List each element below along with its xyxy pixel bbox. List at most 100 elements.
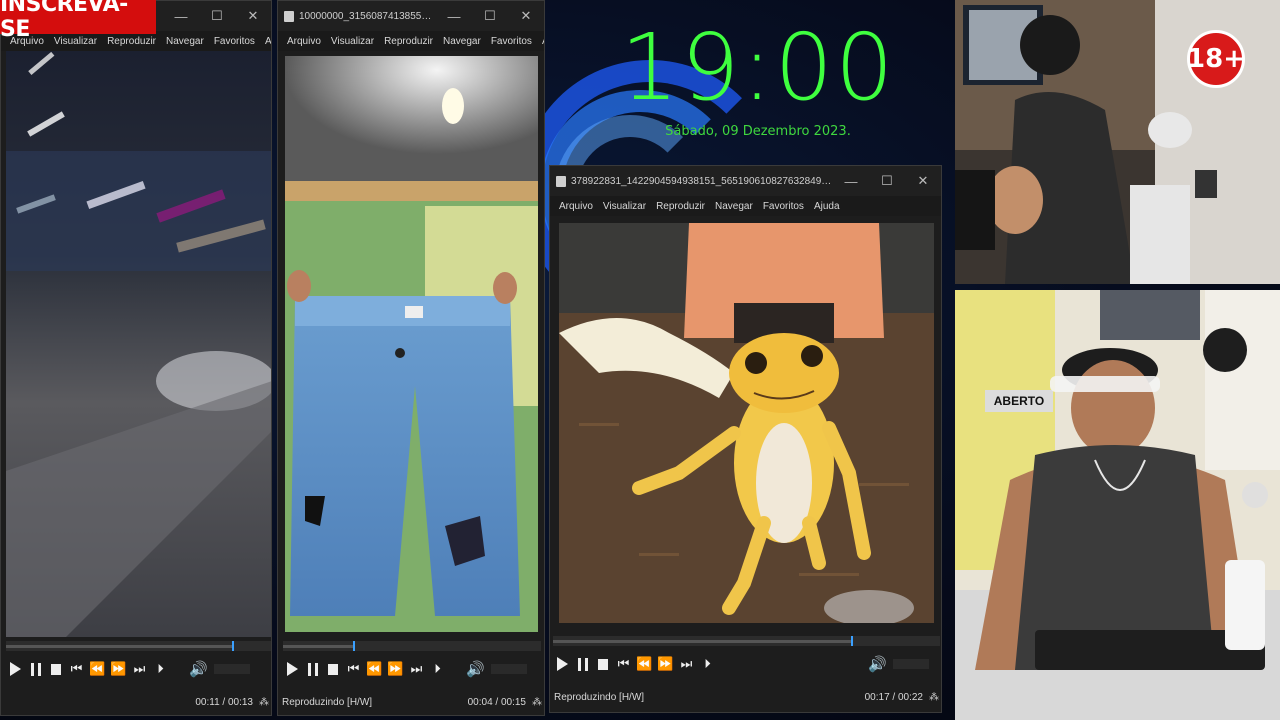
frame-step-icon[interactable]: ⏵ (697, 657, 718, 672)
menu-navegar[interactable]: Navegar (161, 36, 209, 47)
time-display: 00:11 / 00:13 (195, 696, 253, 708)
close-icon[interactable]: ✕ (508, 8, 544, 24)
seek-knob[interactable] (850, 636, 853, 646)
settings-icon[interactable]: ⁂ (532, 697, 544, 708)
minimize-icon[interactable]: — (833, 174, 869, 189)
screen: 19:00 Sábado, 09 Dezembro 2023. — ☐ ✕ Ar… (0, 0, 1280, 720)
window-title: 10000000_315608741385599_203... (299, 10, 436, 22)
stop-icon[interactable] (51, 663, 61, 675)
maximize-icon[interactable]: ☐ (869, 173, 905, 189)
window-title: 378922831_1422904594938151_5651906108276… (571, 175, 833, 187)
status-bar: Reproduzindo [H/W] 00:17 / 00:22 ⁂ (550, 688, 941, 706)
seek-bar[interactable] (6, 641, 271, 651)
skip-back-icon[interactable]: ⏮ (613, 657, 634, 672)
video-frame-shorts (285, 56, 538, 632)
title-bar[interactable]: 10000000_315608741385599_203... — ☐ ✕ (278, 1, 544, 31)
desktop-clock: 19:00 (620, 14, 896, 121)
seek-knob[interactable] (352, 641, 355, 651)
player-window-2[interactable]: 10000000_315608741385599_203... — ☐ ✕ Ar… (277, 0, 545, 716)
menu-favoritos[interactable]: Favoritos (758, 201, 809, 212)
menu-ajuda[interactable]: Ajuda (260, 36, 271, 47)
volume-slider[interactable] (213, 664, 250, 674)
menu-arquivo[interactable]: Arquivo (554, 201, 598, 212)
playback-controls: ⏮ ⏪ ⏩ ⏭ ⏵ 🔊 (552, 653, 929, 675)
status-bar: 00:11 / 00:13 ⁂ (1, 693, 271, 711)
menu-visualizar[interactable]: Visualizar (326, 36, 379, 47)
pause-icon[interactable] (308, 662, 318, 676)
minimize-icon[interactable]: — (163, 9, 199, 24)
forward-icon[interactable]: ⏩ (385, 662, 406, 677)
volume-icon[interactable]: 🔊 (466, 660, 485, 678)
player-window-3[interactable]: 378922831_1422904594938151_5651906108276… (549, 165, 942, 713)
pause-icon[interactable] (578, 657, 588, 671)
menu-reproduzir[interactable]: Reproduzir (651, 201, 710, 212)
menu-visualizar[interactable]: Visualizar (598, 201, 651, 212)
settings-icon[interactable]: ⁂ (259, 697, 271, 708)
skip-back-icon[interactable]: ⏮ (343, 662, 364, 677)
maximize-icon[interactable]: ☐ (472, 8, 508, 24)
menu-favoritos[interactable]: Favoritos (486, 36, 537, 47)
time-display: 00:17 / 00:22 (864, 691, 923, 703)
menu-bar: Arquivo Visualizar Reproduzir Navegar Fa… (550, 196, 941, 216)
seek-bar-fill (6, 645, 233, 648)
skip-back-icon[interactable]: ⏮ (66, 662, 87, 677)
title-bar[interactable]: 378922831_1422904594938151_5651906108276… (550, 166, 941, 196)
status-text: Reproduzindo [H/W] (554, 691, 645, 703)
streamer-scene (955, 290, 1280, 720)
menu-navegar[interactable]: Navegar (438, 36, 486, 47)
frame-step-icon[interactable]: ⏵ (150, 662, 171, 677)
forward-icon[interactable]: ⏩ (655, 657, 676, 672)
playback-controls: ⏮ ⏪ ⏩ ⏭ ⏵ 🔊 (282, 658, 527, 680)
skip-forward-icon[interactable]: ⏭ (676, 657, 697, 672)
file-icon (284, 10, 294, 22)
play-icon[interactable] (287, 662, 298, 676)
gecko-scene (559, 223, 934, 623)
menu-reproduzir[interactable]: Reproduzir (379, 36, 438, 47)
play-icon[interactable] (10, 662, 21, 676)
menu-navegar[interactable]: Navegar (710, 201, 758, 212)
seek-knob[interactable] (232, 641, 235, 651)
minimize-icon[interactable]: — (436, 9, 472, 24)
webcam-streamer: ABERTO (955, 290, 1280, 720)
menu-favoritos[interactable]: Favoritos (209, 36, 260, 47)
volume-slider[interactable] (892, 659, 929, 669)
volume-slider[interactable] (490, 664, 527, 674)
file-icon (556, 175, 566, 187)
volume-icon[interactable]: 🔊 (868, 655, 887, 673)
close-icon[interactable]: ✕ (905, 173, 941, 189)
close-icon[interactable]: ✕ (235, 8, 271, 24)
stop-icon[interactable] (598, 658, 608, 670)
menu-arquivo[interactable]: Arquivo (282, 36, 326, 47)
skip-forward-icon[interactable]: ⏭ (129, 662, 150, 677)
menu-ajuda[interactable]: Ajuda (537, 36, 544, 47)
rewind-icon[interactable]: ⏪ (87, 662, 108, 677)
seek-bar-fill (553, 640, 851, 643)
seek-bar-fill (283, 645, 353, 648)
menu-ajuda[interactable]: Ajuda (809, 201, 845, 212)
seek-bar[interactable] (553, 636, 940, 646)
time-display: 00:04 / 00:15 (467, 696, 526, 708)
subscribe-banner: INSCREVA-SE (0, 0, 156, 42)
menu-bar: Arquivo Visualizar Reproduzir Navegar Fa… (278, 31, 544, 51)
rewind-icon[interactable]: ⏪ (634, 657, 655, 672)
stop-icon[interactable] (328, 663, 338, 675)
status-bar: Reproduzindo [H/W] 00:04 / 00:15 ⁂ (278, 693, 544, 711)
shop-sign: ABERTO (993, 394, 1045, 408)
settings-icon[interactable]: ⁂ (929, 692, 941, 703)
rewind-icon[interactable]: ⏪ (364, 662, 385, 677)
pause-icon[interactable] (31, 662, 41, 676)
playback-controls: ⏮ ⏪ ⏩ ⏭ ⏵ 🔊 (5, 658, 250, 680)
age-rating-badge: 18+ (1187, 30, 1245, 88)
play-icon[interactable] (557, 657, 568, 671)
video-frame-street (6, 51, 271, 637)
skip-forward-icon[interactable]: ⏭ (406, 662, 427, 677)
desktop-date: Sábado, 09 Dezembro 2023. (665, 124, 851, 139)
status-text: Reproduzindo [H/W] (282, 696, 373, 708)
maximize-icon[interactable]: ☐ (199, 8, 235, 24)
volume-icon[interactable]: 🔊 (189, 660, 208, 678)
seek-bar[interactable] (283, 641, 541, 651)
street-scene (6, 51, 271, 637)
frame-step-icon[interactable]: ⏵ (427, 662, 448, 677)
forward-icon[interactable]: ⏩ (108, 662, 129, 677)
player-window-1[interactable]: — ☐ ✕ Arquivo Visualizar Reproduzir Nave… (0, 0, 272, 716)
